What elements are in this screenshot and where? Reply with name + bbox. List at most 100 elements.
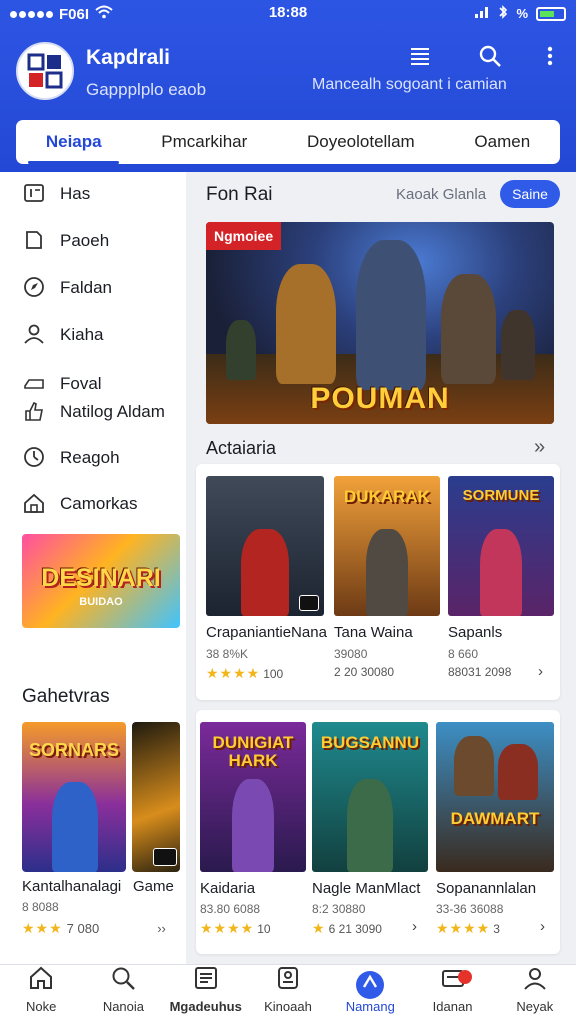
tab-neiapa[interactable]: Neiapa bbox=[16, 120, 131, 164]
signal-bars-icon bbox=[474, 5, 490, 22]
banner-subtitle: BUIDAO bbox=[79, 596, 123, 608]
more-chevron-icon[interactable]: ›› bbox=[157, 921, 166, 936]
tab-oamen[interactable]: Oamen bbox=[445, 120, 560, 164]
game-rating: ★★★★ 100 bbox=[206, 665, 283, 682]
game-meta: 8 660 bbox=[448, 647, 479, 661]
sidebar-game-card[interactable]: SORNARS bbox=[22, 722, 126, 872]
sidebar: Has Paoeh Faldan Kiaha Foval Natilog Ald… bbox=[0, 172, 186, 964]
sidebar-item-faldan[interactable]: Faldan bbox=[22, 276, 112, 300]
hero-figure bbox=[346, 779, 394, 872]
hero-figure bbox=[441, 274, 496, 384]
app-header: F06I 18:88 % Kapdrali Gappplplo eaob Man… bbox=[0, 0, 576, 172]
battery-icon bbox=[536, 6, 566, 21]
nav-item-home[interactable]: Noke bbox=[0, 965, 82, 1024]
star-icon: ★★★★ bbox=[200, 920, 255, 936]
sidebar-game-card[interactable] bbox=[132, 722, 180, 872]
sidebar-item-has[interactable]: Has bbox=[22, 182, 90, 206]
hero-figure bbox=[226, 320, 256, 380]
nav-label: Neyak bbox=[516, 999, 554, 1014]
nav-item-games[interactable]: Namang bbox=[329, 965, 411, 1024]
search-icon bbox=[82, 965, 164, 999]
main-content: Fon Rai Kaoak Glanla Saine Ngmoiee POUMA… bbox=[194, 172, 576, 964]
game-art: DAWMART bbox=[436, 722, 554, 872]
rating-value: 100 bbox=[263, 666, 284, 681]
nav-label: Nanoia bbox=[102, 999, 145, 1014]
rating-value: 2 20 30080 bbox=[334, 665, 395, 679]
chevron-right-icon[interactable]: › bbox=[412, 918, 417, 935]
game-meta: 39080 bbox=[334, 647, 368, 661]
hero-figure bbox=[52, 782, 98, 872]
sidebar-item-natilog[interactable]: Natilog Aldam bbox=[22, 400, 165, 424]
sidebar-item-foval[interactable]: Foval bbox=[22, 372, 102, 396]
nav-label: Mgadeuhus bbox=[169, 999, 242, 1014]
subsection-title: Actaiaria bbox=[206, 438, 277, 458]
tab-doyeolotellam[interactable]: Doyeolotellam bbox=[277, 120, 444, 164]
more-icon[interactable] bbox=[535, 44, 565, 74]
nav-item-profile[interactable]: Neyak bbox=[494, 965, 576, 1024]
game-rating: 2 20 30080 bbox=[334, 665, 394, 679]
game-card[interactable]: DUKARAK Tana Waina 39080 2 20 30080 bbox=[334, 476, 440, 691]
game-card[interactable]: CrapaniantieNana 38 8%K ★★★★ 100 bbox=[206, 476, 327, 691]
hero-figure bbox=[454, 736, 494, 796]
game-rating: ★★★★ 10 bbox=[200, 920, 271, 937]
game-card[interactable]: BUGSANNU Nagle ManMlact 8:2 30880 ★ 6 21… bbox=[312, 722, 428, 947]
app-subtitle: Gappplplo eaob bbox=[86, 80, 207, 99]
double-chevron-icon[interactable]: » bbox=[534, 436, 545, 459]
game-meta: 8:2 30880 bbox=[312, 902, 366, 916]
sidebar-item-camorkas[interactable]: Camorkas bbox=[22, 492, 137, 516]
sidebar-card-rating: ★★★ 7 080 ›› bbox=[22, 920, 166, 937]
nav-item-search[interactable]: Nanoia bbox=[82, 965, 164, 1024]
game-title: Nagle ManMlact bbox=[312, 880, 421, 897]
game-row-panel: DUNIGIAT HARK Kaidaria 83.80 6088 ★★★★ 1… bbox=[196, 710, 560, 954]
game-card[interactable]: SORMUNE Sapanls 8 660 88031 2098 › bbox=[448, 476, 554, 691]
rating-value: 6 21 3090 bbox=[328, 921, 382, 936]
card-art-title: SORNARS bbox=[28, 740, 119, 760]
card-art-title: DAWMART bbox=[450, 809, 540, 828]
sidebar-item-label: Paoeh bbox=[60, 231, 110, 250]
sidebar-promo-banner[interactable]: DESINARI BUIDAO bbox=[22, 534, 180, 628]
nav-item-news[interactable]: Mgadeuhus bbox=[165, 965, 247, 1024]
sidebar-item-paoeh[interactable]: Paoeh bbox=[22, 229, 109, 253]
compass-icon bbox=[22, 276, 46, 300]
section-pill-button[interactable]: Saine bbox=[500, 180, 560, 208]
sidebar-item-reagoh[interactable]: Reagoh bbox=[22, 446, 120, 470]
game-card[interactable]: DAWMART Sopanannlalan 33-36 36088 ★★★★ 3… bbox=[436, 722, 554, 947]
thumb-icon bbox=[22, 400, 46, 424]
search-icon[interactable] bbox=[475, 44, 505, 74]
sidebar-item-label: Natilog Aldam bbox=[60, 402, 165, 421]
game-art: DUKARAK bbox=[334, 476, 440, 616]
hero-banner[interactable]: Ngmoiee POUMAN bbox=[206, 222, 554, 424]
chevron-right-icon[interactable]: › bbox=[538, 663, 543, 680]
app-logo[interactable] bbox=[16, 42, 74, 100]
game-art bbox=[206, 476, 324, 616]
star-icon: ★★★ bbox=[22, 920, 63, 936]
tab-pmcarkihar[interactable]: Pmcarkihar bbox=[131, 120, 277, 164]
hero-figure bbox=[365, 529, 409, 616]
section-link[interactable]: Kaoak Glanla bbox=[396, 186, 486, 203]
game-art: DUNIGIAT HARK bbox=[200, 722, 306, 872]
sidebar-item-kiaha[interactable]: Kiaha bbox=[22, 323, 103, 347]
nav-item-library[interactable]: Kinoaah bbox=[247, 965, 329, 1024]
star-icon: ★★★★ bbox=[206, 665, 261, 681]
tag-icon bbox=[22, 229, 46, 253]
top-tabs: Neiapa Pmcarkihar Doyeolotellam Oamen bbox=[16, 120, 560, 164]
sidebar-item-label: Foval bbox=[60, 374, 102, 393]
chevron-right-icon[interactable]: › bbox=[540, 918, 545, 935]
nav-item-messages[interactable]: Idanan bbox=[411, 965, 493, 1024]
games-icon bbox=[329, 965, 411, 999]
game-row-panel: CrapaniantieNana 38 8%K ★★★★ 100 DUKARAK… bbox=[196, 464, 560, 700]
hero-figure bbox=[501, 310, 535, 380]
sidebar-item-label: Kiaha bbox=[60, 325, 104, 344]
hero-title: POUMAN bbox=[310, 382, 450, 415]
sidebar-card-label: Kantalhanalagi bbox=[22, 878, 122, 895]
sidebar-card-label: Game bbox=[133, 878, 174, 895]
game-art: BUGSANNU bbox=[312, 722, 428, 872]
sidebar-item-label: Faldan bbox=[60, 278, 112, 297]
game-card[interactable]: DUNIGIAT HARK Kaidaria 83.80 6088 ★★★★ 1… bbox=[200, 722, 306, 947]
rating-value: 88031 2098 bbox=[448, 665, 512, 679]
nav-label: Namang bbox=[345, 999, 395, 1014]
list-icon[interactable] bbox=[405, 44, 435, 74]
nav-label: Idanan bbox=[432, 999, 473, 1014]
sidebar-item-label: Has bbox=[60, 184, 91, 203]
banner-title: DESINARI bbox=[41, 564, 161, 592]
